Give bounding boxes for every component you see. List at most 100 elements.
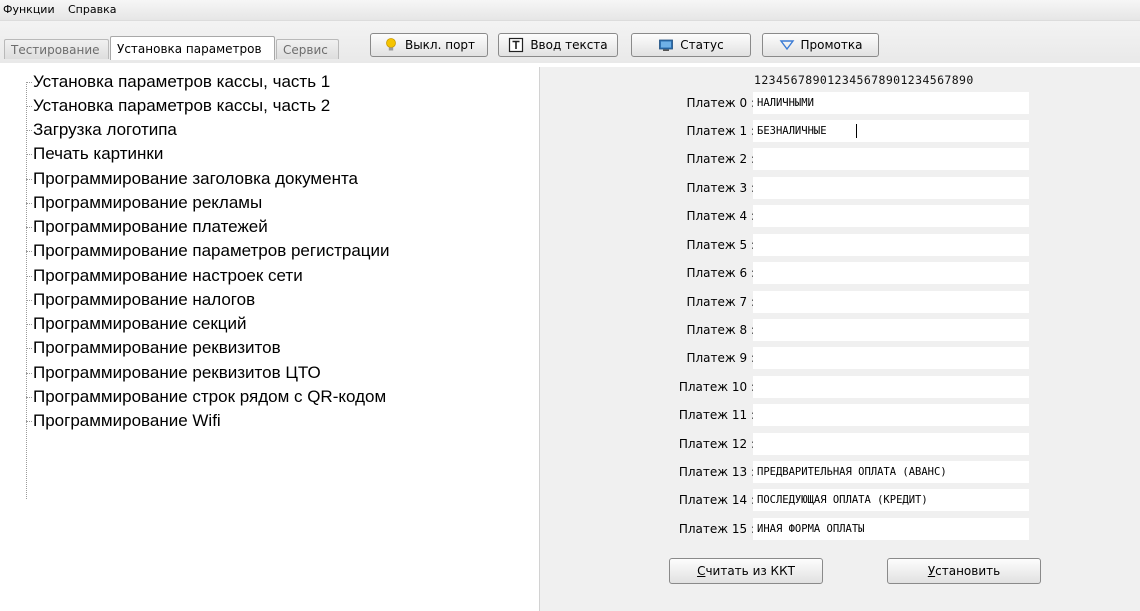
- payment-row: Платеж 0 :: [540, 92, 1140, 114]
- payment-label: Платеж 5 :: [686, 238, 755, 252]
- tab-settings[interactable]: Установка параметров: [110, 36, 275, 60]
- payment-row: Платеж 2 :: [540, 148, 1140, 170]
- payment-field[interactable]: [753, 148, 1029, 170]
- tree-item-label: Программирование налогов: [33, 290, 256, 309]
- payment-label: Платеж 13 :: [678, 465, 755, 479]
- tabs-toolbar-row: Тестирование Установка параметров Сервис…: [0, 21, 1140, 63]
- tab-testing[interactable]: Тестирование: [4, 39, 109, 59]
- tree-item-label: Программирование Wifi: [33, 411, 221, 430]
- port-off-button[interactable]: Выкл. порт: [370, 33, 488, 57]
- tree-item[interactable]: Программирование строк рядом с QR-кодом: [26, 385, 506, 409]
- payment-row: Платеж 5 :: [540, 234, 1140, 256]
- payment-row: Платеж 1 :: [540, 120, 1140, 142]
- payment-label: Платеж 10 :: [678, 380, 755, 394]
- tree-item[interactable]: Программирование Wifi: [26, 409, 506, 433]
- payment-row: Платеж 15 :: [540, 518, 1140, 540]
- payment-field[interactable]: [753, 433, 1029, 455]
- payment-row: Платеж 14 :: [540, 489, 1140, 511]
- tree-item[interactable]: Программирование реквизитов ЦТО: [26, 361, 506, 385]
- read-button-label: читать из ККТ: [705, 564, 795, 578]
- payment-label: Платеж 3 :: [686, 181, 755, 195]
- menu-bar: Функции Справка: [0, 0, 1140, 21]
- payment-field[interactable]: [753, 489, 1029, 511]
- tree-item-label: Установка параметров кассы, часть 1: [33, 72, 331, 91]
- text-box-icon: [509, 37, 524, 53]
- lightbulb-icon: [386, 38, 396, 51]
- payment-field[interactable]: [753, 404, 1029, 426]
- tree-item[interactable]: Программирование реквизитов: [26, 336, 506, 360]
- set-button[interactable]: Установить: [887, 558, 1041, 584]
- payment-field[interactable]: [753, 177, 1029, 199]
- tree-item-label: Программирование рекламы: [33, 193, 263, 212]
- payment-field[interactable]: [753, 319, 1029, 341]
- tree-item-label: Программирование строк рядом с QR-кодом: [33, 387, 387, 406]
- tree-item[interactable]: Программирование настроек сети: [26, 264, 506, 288]
- tab-service-label: Сервис: [283, 43, 328, 57]
- payment-field[interactable]: [753, 262, 1029, 284]
- status-button[interactable]: Статус: [631, 33, 751, 57]
- tree-item-label: Программирование настроек сети: [33, 266, 303, 285]
- set-button-label: становить: [935, 564, 1001, 578]
- menu-item-help[interactable]: Справка: [68, 4, 116, 16]
- feed-label: Промотка: [800, 38, 863, 52]
- tree-item[interactable]: Программирование параметров регистрации: [26, 239, 506, 263]
- payment-label: Платеж 12 :: [678, 437, 755, 451]
- column-ruler: 123456789012345678901234567890: [754, 73, 974, 87]
- tree-item-label: Загрузка логотипа: [33, 120, 177, 139]
- tree-item-label: Программирование реквизитов: [33, 338, 281, 357]
- triangle-down-icon: [779, 40, 794, 51]
- payment-label: Платеж 15 :: [678, 522, 755, 536]
- payment-label: Платеж 9 :: [686, 351, 755, 365]
- payment-row: Платеж 9 :: [540, 347, 1140, 369]
- payment-field[interactable]: [753, 205, 1029, 227]
- tree-item[interactable]: Программирование секций: [26, 312, 506, 336]
- payment-row: Платеж 7 :: [540, 291, 1140, 313]
- tree-item-selected[interactable]: Программирование платежей: [26, 215, 506, 239]
- payment-label: Платеж 4 :: [686, 209, 755, 223]
- tree-item[interactable]: Программирование заголовка документа: [26, 167, 506, 191]
- payment-field[interactable]: [753, 234, 1029, 256]
- payment-row: Платеж 6 :: [540, 262, 1140, 284]
- payment-field[interactable]: [753, 518, 1029, 540]
- tree-item[interactable]: Программирование налогов: [26, 288, 506, 312]
- payment-label: Платеж 11 :: [678, 408, 755, 422]
- payment-field[interactable]: [753, 92, 1029, 114]
- payment-row: Платеж 11 :: [540, 404, 1140, 426]
- payment-label: Платеж 1 :: [686, 124, 755, 138]
- payment-label: Платеж 6 :: [686, 266, 755, 280]
- payment-row: Платеж 13 :: [540, 461, 1140, 483]
- payments-panel: 123456789012345678901234567890 Платеж 0 …: [539, 67, 1140, 611]
- payment-field[interactable]: [753, 376, 1029, 398]
- payment-field[interactable]: [753, 347, 1029, 369]
- monitor-icon: [659, 39, 674, 51]
- tree-item-label: Программирование платежей: [33, 217, 268, 236]
- payment-row: Платеж 3 :: [540, 177, 1140, 199]
- payment-label: Платеж 14 :: [678, 493, 755, 507]
- read-from-kkt-button[interactable]: Считать из ККТ: [669, 558, 823, 584]
- tree-item[interactable]: Установка параметров кассы, часть 2: [26, 94, 506, 118]
- payment-label: Платеж 8 :: [686, 323, 755, 337]
- text-input-label: Ввод текста: [530, 38, 608, 52]
- payment-label: Платеж 0 :: [686, 96, 755, 110]
- status-label: Статус: [680, 38, 724, 52]
- tree-item[interactable]: Программирование рекламы: [26, 191, 506, 215]
- text-input-button[interactable]: Ввод текста: [498, 33, 618, 57]
- tree-item[interactable]: Установка параметров кассы, часть 1: [26, 70, 506, 94]
- tab-service[interactable]: Сервис: [276, 39, 339, 59]
- menu-item-functions[interactable]: Функции: [3, 4, 55, 16]
- tree-item[interactable]: Печать картинки: [26, 142, 506, 166]
- payment-row: Платеж 10 :: [540, 376, 1140, 398]
- tab-testing-label: Тестирование: [11, 43, 100, 57]
- tree-item-label: Установка параметров кассы, часть 2: [33, 96, 331, 115]
- payment-field[interactable]: [753, 120, 1029, 142]
- tab-settings-label: Установка параметров: [117, 42, 262, 56]
- feed-button[interactable]: Промотка: [762, 33, 879, 57]
- tree-item-label: Программирование параметров регистрации: [33, 241, 390, 260]
- payment-row: Платеж 8 :: [540, 319, 1140, 341]
- tree-item-label: Программирование заголовка документа: [33, 169, 359, 188]
- payment-field[interactable]: [753, 461, 1029, 483]
- payment-field[interactable]: [753, 291, 1029, 313]
- tree-item[interactable]: Загрузка логотипа: [26, 118, 506, 142]
- tree-item-label: Печать картинки: [33, 144, 164, 163]
- settings-tree: Установка параметров кассы, часть 1 Уста…: [0, 64, 537, 611]
